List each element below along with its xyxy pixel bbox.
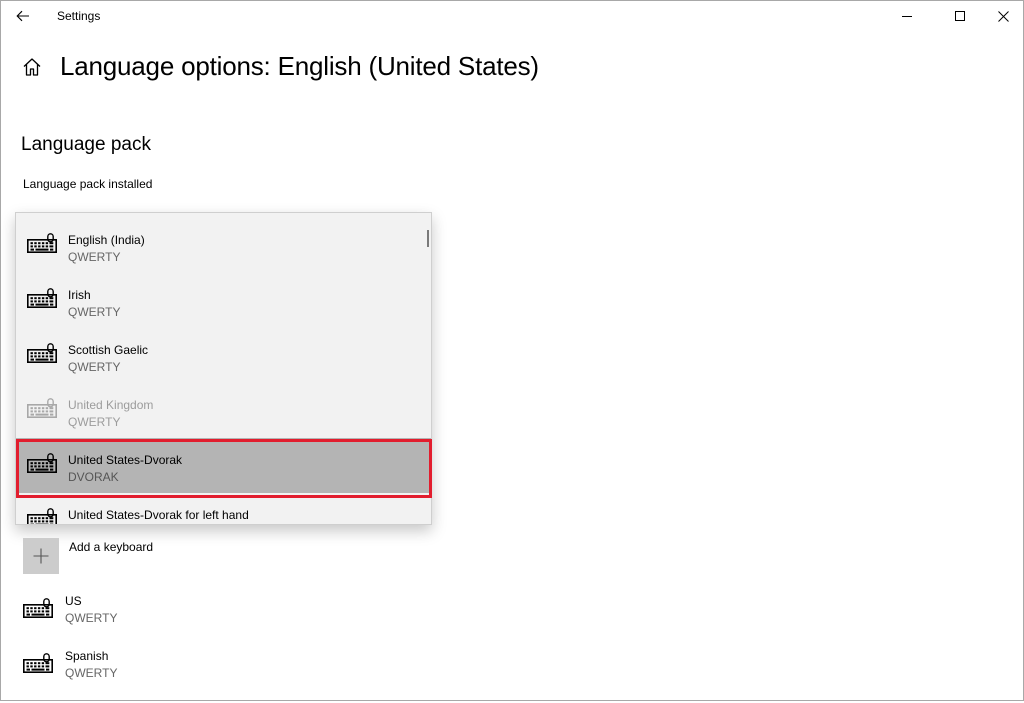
maximize-button[interactable] (937, 0, 983, 32)
keyboard-layout: QWERTY (68, 250, 121, 264)
maximize-icon (955, 11, 965, 21)
minimize-button[interactable] (884, 0, 930, 32)
keyboard-layout: QWERTY (65, 611, 118, 625)
title-bar: Settings (0, 0, 1024, 32)
keyboard-icon (27, 398, 57, 419)
scrollbar-thumb[interactable] (427, 230, 429, 247)
keyboard-layout: QWERTY (65, 666, 118, 680)
home-button[interactable] (22, 57, 44, 79)
back-arrow-icon (16, 10, 29, 22)
list-item-scottish-gaelic[interactable]: Scottish Gaelic QWERTY (16, 323, 431, 378)
close-button[interactable] (980, 0, 1024, 32)
keyboard-icon (27, 288, 57, 309)
add-keyboard-label[interactable]: Add a keyboard (69, 540, 153, 554)
keyboard-icon (27, 508, 57, 524)
page-title: Language options: English (United States… (60, 51, 539, 81)
keyboard-name: United States-Dvorak for left hand (68, 508, 249, 522)
list-item-united-kingdom: United Kingdom QWERTY (16, 378, 431, 433)
installed-keyboard-us[interactable]: US QWERTY (23, 594, 423, 648)
section-title: Language pack (21, 134, 151, 155)
keyboard-icon (23, 598, 53, 619)
add-keyboard-button[interactable] (23, 538, 59, 574)
selection-highlight-outline (16, 439, 432, 498)
keyboard-layout: QWERTY (68, 415, 121, 429)
keyboard-icon (23, 653, 53, 674)
keyboard-name: United Kingdom (68, 398, 154, 412)
keyboard-name: English (India) (68, 233, 145, 247)
back-button[interactable] (8, 2, 38, 30)
keyboard-name: Scottish Gaelic (68, 343, 149, 357)
minimize-icon (902, 16, 912, 17)
list-item-irish[interactable]: Irish QWERTY (16, 268, 431, 323)
list-item-english-india[interactable]: English (India) QWERTY (16, 213, 431, 268)
keyboard-name: Irish (68, 288, 91, 302)
plus-icon (33, 548, 49, 564)
keyboard-name: US (65, 594, 82, 608)
keyboard-layout: QWERTY (68, 360, 121, 374)
keyboard-icon (27, 233, 57, 253)
close-icon (997, 10, 1009, 22)
home-icon (23, 58, 41, 76)
language-pack-status: Language pack installed (23, 177, 153, 191)
keyboard-icon (27, 343, 57, 364)
installed-keyboard-spanish[interactable]: Spanish QWERTY (23, 649, 423, 703)
keyboard-name: Spanish (65, 649, 109, 663)
keyboard-layout: QWERTY (68, 305, 121, 319)
window-title: Settings (57, 9, 101, 23)
